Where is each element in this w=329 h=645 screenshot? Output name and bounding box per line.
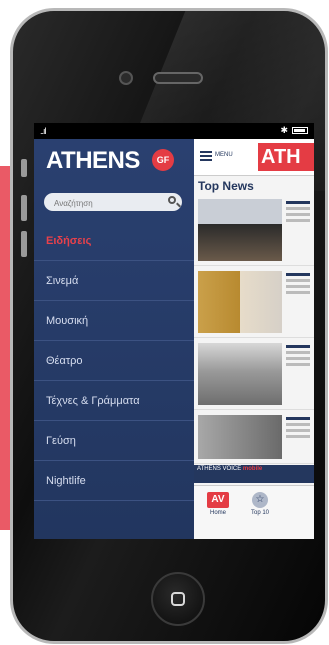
menu-button-label[interactable]: MENU (215, 152, 233, 158)
promo-banner[interactable]: ATHENS VOICE mobile (194, 465, 314, 483)
battery-icon (292, 127, 308, 134)
phone-screen: ..ıl ✱ ATHENS GF Ειδήσεις Σινεμά Μουσική… (34, 123, 314, 539)
news-snippet (286, 201, 310, 204)
news-snippet (286, 417, 310, 420)
hamburger-menu-icon[interactable] (200, 151, 212, 161)
news-thumbnail (198, 271, 282, 333)
menu-item-cinema[interactable]: Σινεμά (34, 261, 194, 301)
news-thumbnail (198, 343, 282, 405)
tab-label: Top 10 (250, 510, 269, 516)
menu-item-nightlife[interactable]: Nightlife (34, 461, 194, 501)
promo-highlight: mobile (242, 466, 263, 472)
star-icon: ☆ (252, 492, 268, 508)
bluetooth-icon: ✱ (280, 125, 288, 135)
menu-item-arts-letters[interactable]: Τέχνες & Γράμματα (34, 381, 194, 421)
news-thumbnail (198, 199, 282, 261)
home-square-icon (171, 592, 185, 606)
menu-item-news[interactable]: Ειδήσεις (34, 221, 194, 261)
signal-icon: ..ıl (40, 126, 46, 136)
tab-top10[interactable]: ☆ Top 10 (240, 492, 280, 516)
menu-item-taste[interactable]: Γεύση (34, 421, 194, 461)
logo-badge-icon: GF (152, 149, 174, 171)
tab-label: Home (209, 510, 226, 516)
status-bar: ..ıl ✱ (34, 123, 314, 139)
brand-logo: ATH (258, 143, 314, 171)
volume-down-button (21, 231, 27, 257)
app-logo: ATHENS (46, 147, 140, 174)
news-snippet (286, 345, 310, 348)
tab-bar: AV Home ☆ Top 10 (194, 485, 314, 539)
mute-switch (21, 159, 27, 177)
earpiece-speaker (153, 72, 203, 84)
search-icon[interactable] (168, 196, 176, 204)
news-item[interactable] (194, 339, 314, 410)
content-header: MENU ATH (194, 139, 314, 176)
search-input[interactable] (52, 193, 156, 213)
volume-up-button (21, 195, 27, 221)
section-title: Top News (198, 179, 254, 193)
main-content: MENU ATH Top News ATHENS VOICE mobile AV (194, 139, 314, 539)
news-thumbnail (198, 415, 282, 459)
news-item[interactable] (194, 195, 314, 266)
menu-item-music[interactable]: Μουσική (34, 301, 194, 341)
home-button[interactable] (151, 572, 205, 626)
side-menu: ATHENS GF Ειδήσεις Σινεμά Μουσική Θέατρο… (34, 139, 194, 539)
athens-voice-icon: AV (207, 492, 229, 508)
news-item[interactable] (194, 267, 314, 338)
news-snippet (286, 273, 310, 276)
menu-item-theater[interactable]: Θέατρο (34, 341, 194, 381)
promo-text: ATHENS VOICE (197, 466, 242, 472)
search-box[interactable] (44, 193, 182, 213)
menu-list: Ειδήσεις Σινεμά Μουσική Θέατρο Τέχνες & … (34, 221, 194, 501)
news-item[interactable] (194, 411, 314, 464)
front-camera (119, 71, 133, 85)
tab-home[interactable]: AV Home (198, 492, 238, 516)
